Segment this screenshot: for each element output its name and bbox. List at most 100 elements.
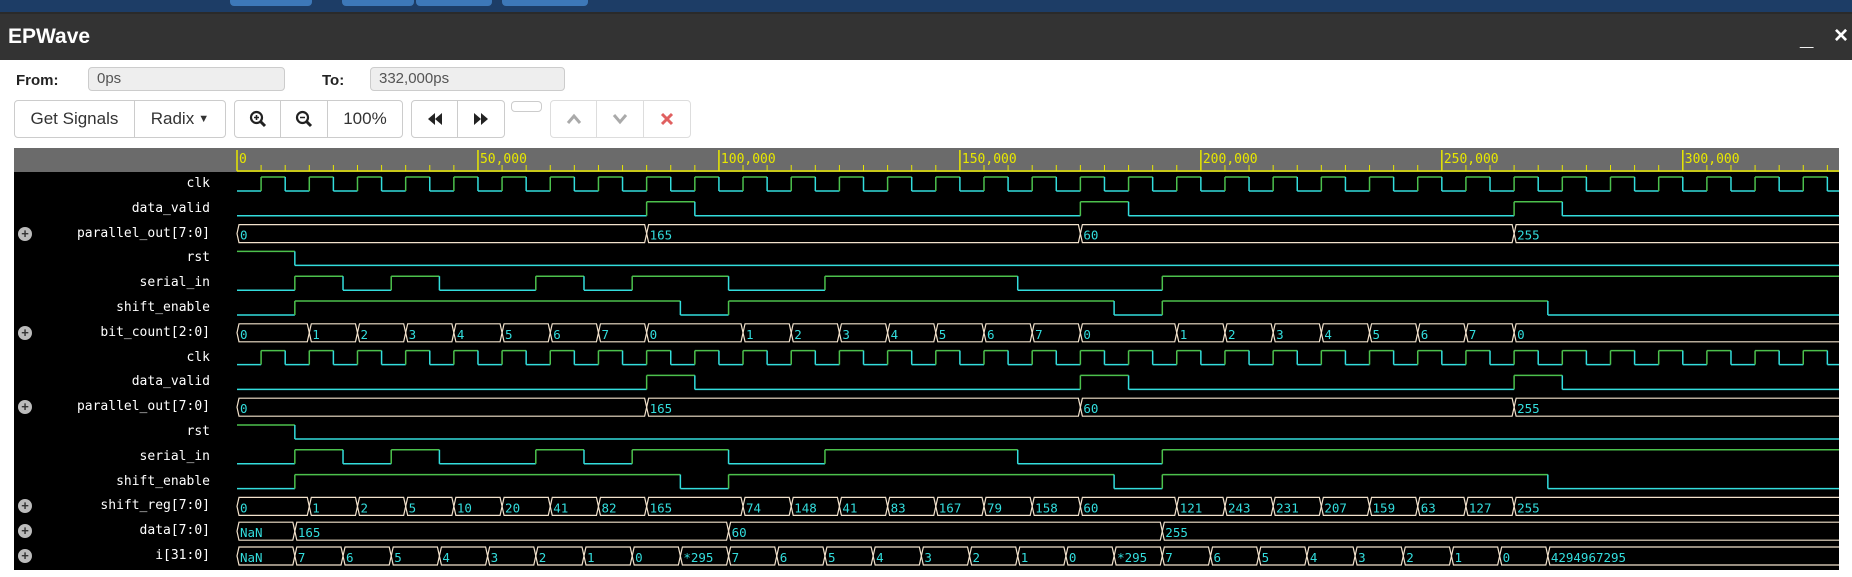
radix-dropdown[interactable]: Radix ▼ bbox=[135, 101, 225, 137]
zoom-out-button[interactable] bbox=[281, 101, 328, 137]
minimize-icon[interactable]: _ bbox=[1800, 24, 1813, 52]
waveform-canvas[interactable]: 0 50,000 100,000 150,000 200,000 250,000 300,0… bbox=[232, 148, 1839, 570]
ruler-label: 250,000 bbox=[1444, 152, 1499, 167]
bus-value: 3 bbox=[491, 550, 499, 565]
signal-row-parallel-out[interactable]: + parallel_out[7:0] bbox=[14, 395, 232, 420]
to-label: To: bbox=[322, 72, 345, 89]
bus-value: 4 bbox=[876, 550, 884, 565]
browser-tab[interactable] bbox=[416, 0, 492, 6]
signal-row-data-valid[interactable]: data_valid bbox=[14, 197, 232, 222]
signal-name: shift_enable bbox=[116, 473, 210, 489]
fast-forward-button[interactable] bbox=[458, 101, 504, 137]
signal-row-i[interactable]: + i[31:0] bbox=[14, 544, 232, 569]
fast-backward-button[interactable] bbox=[412, 101, 459, 137]
from-input[interactable]: 0ps bbox=[88, 67, 285, 91]
bus-value: 1 bbox=[587, 550, 595, 565]
bus-segment bbox=[727, 521, 1163, 541]
remove-button[interactable] bbox=[644, 101, 690, 137]
signal-name: bit_count[2:0] bbox=[100, 324, 210, 340]
signal-name: data_valid bbox=[131, 374, 210, 390]
bus-value: 41 bbox=[553, 500, 568, 515]
bus-value: 83 bbox=[891, 500, 906, 515]
empty-button[interactable] bbox=[511, 101, 542, 112]
bus-value: 0 bbox=[650, 327, 658, 342]
bus-value: 1 bbox=[312, 500, 320, 515]
signal-row-rst[interactable]: rst bbox=[14, 420, 232, 445]
signal-row-clk[interactable]: clk bbox=[14, 172, 232, 197]
signal-row-shift-reg[interactable]: + shift_reg[7:0] bbox=[14, 494, 232, 519]
bus-value: 165 bbox=[650, 228, 673, 243]
bus-value: 0 bbox=[240, 228, 248, 243]
bus-value: 231 bbox=[1276, 500, 1299, 515]
bus-segment bbox=[1513, 397, 1839, 417]
signal-name: data_valid bbox=[131, 200, 210, 216]
bus-value: 41 bbox=[842, 500, 857, 515]
bus-value: 2 bbox=[360, 327, 368, 342]
expand-icon[interactable]: + bbox=[18, 549, 32, 563]
signal-row-rst[interactable]: rst bbox=[14, 246, 232, 271]
signal-row-data-valid[interactable]: data_valid bbox=[14, 370, 232, 395]
signal-name: serial_in bbox=[139, 275, 210, 291]
bus-value: 1 bbox=[746, 327, 754, 342]
expand-icon[interactable]: + bbox=[18, 325, 32, 340]
expand-icon[interactable]: + bbox=[18, 400, 32, 415]
expand-icon[interactable]: + bbox=[18, 499, 32, 514]
to-input[interactable]: 332,000ps bbox=[370, 67, 565, 91]
navigate-group bbox=[411, 100, 505, 138]
bus-segment bbox=[236, 223, 648, 244]
bus-segment bbox=[236, 323, 310, 343]
zoom-level-button[interactable]: 100% bbox=[328, 101, 402, 137]
bus-value: 5 bbox=[939, 327, 947, 342]
chevron-up-icon bbox=[566, 113, 581, 124]
bus-segment bbox=[1079, 223, 1515, 244]
signal-name: data[7:0] bbox=[139, 523, 210, 539]
signal-name: serial_in bbox=[139, 448, 210, 464]
browser-tab[interactable] bbox=[230, 0, 312, 6]
signal-name: rst bbox=[186, 250, 210, 266]
bus-segment bbox=[1161, 521, 1839, 541]
signal-name: shift_reg[7:0] bbox=[100, 498, 210, 514]
radix-label: Radix bbox=[150, 109, 195, 128]
bus-value: 0 bbox=[1517, 327, 1525, 342]
zoom-in-button[interactable] bbox=[235, 101, 282, 137]
ruler-label: 0 bbox=[239, 152, 247, 167]
signal-row-bit-count[interactable]: + bit_count[2:0] bbox=[14, 321, 232, 346]
browser-tab[interactable] bbox=[502, 0, 588, 6]
bus-value: 2 bbox=[1406, 550, 1414, 565]
bus-value: 159 bbox=[1373, 500, 1396, 515]
bus-value: 79 bbox=[987, 500, 1002, 515]
signal-row-shift-enable[interactable]: shift_enable bbox=[14, 296, 232, 321]
bus-value: 255 bbox=[1165, 525, 1188, 540]
zoom-out-icon bbox=[296, 110, 313, 128]
bus-value: 207 bbox=[1324, 500, 1347, 515]
signal-row-clk[interactable]: clk bbox=[14, 346, 232, 371]
expand-icon[interactable]: + bbox=[18, 226, 32, 241]
browser-tab[interactable] bbox=[342, 0, 414, 6]
signal-row-serial-in[interactable]: serial_in bbox=[14, 271, 232, 296]
bus-segment bbox=[236, 496, 310, 516]
signal-row-parallel-out[interactable]: + parallel_out[7:0] bbox=[14, 222, 232, 247]
close-icon[interactable]: × bbox=[1834, 22, 1848, 50]
signal-row-shift-enable[interactable]: shift_enable bbox=[14, 470, 232, 495]
move-up-button[interactable] bbox=[551, 101, 598, 137]
bus-value: NaN bbox=[240, 525, 263, 540]
fast-forward-icon bbox=[474, 113, 488, 125]
move-down-button[interactable] bbox=[597, 101, 644, 137]
bus-segment bbox=[1513, 223, 1839, 244]
bus-value: 6 bbox=[780, 550, 788, 565]
bus-segment bbox=[1513, 323, 1839, 343]
bus-value: 2 bbox=[973, 550, 981, 565]
bus-value: 5 bbox=[409, 500, 417, 515]
get-signals-button[interactable]: Get Signals bbox=[15, 101, 135, 137]
from-label: From: bbox=[16, 72, 59, 89]
bus-value: 10 bbox=[457, 500, 472, 515]
bus-segment bbox=[1513, 496, 1839, 516]
signal-name: parallel_out[7:0] bbox=[76, 225, 210, 241]
bus-value: 7 bbox=[1165, 550, 1173, 565]
bus-segment bbox=[236, 397, 648, 417]
expand-icon[interactable]: + bbox=[18, 524, 32, 539]
signal-row-serial-in[interactable]: serial_in bbox=[14, 445, 232, 470]
signal-row-data[interactable]: + data[7:0] bbox=[14, 519, 232, 544]
signal-name: i[31:0] bbox=[155, 548, 210, 563]
bus-value: 6 bbox=[346, 550, 354, 565]
